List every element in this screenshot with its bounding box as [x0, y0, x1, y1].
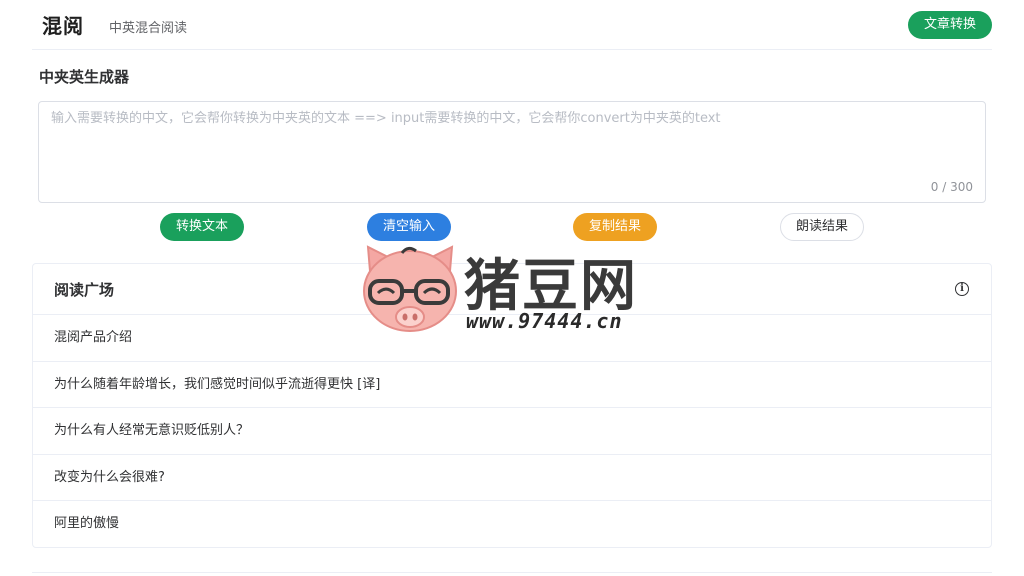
top-bar: 混阅 中英混合阅读 文章转换 [32, 0, 992, 50]
clear-input-button[interactable]: 清空输入 [367, 213, 451, 241]
watermark-url: www.97444.cn [466, 309, 623, 333]
watermark: 猪豆网 www.97444.cn [360, 243, 670, 338]
info-icon[interactable]: i [955, 282, 969, 296]
generator-title: 中夹英生成器 [39, 68, 130, 86]
pig-mascot-icon [363, 245, 457, 332]
chinese-text-input[interactable] [39, 102, 985, 202]
list-item[interactable]: 为什么随着年龄增长，我们感觉时间似乎流逝得更快 [译] [33, 362, 991, 408]
list-item[interactable]: 为什么有人经常无意识贬低别人？ [33, 408, 991, 455]
read-aloud-button[interactable]: 朗读结果 [780, 213, 864, 241]
article-convert-button[interactable]: 文章转换 [908, 11, 992, 39]
char-counter: 0 / 300 [930, 180, 973, 194]
text-input-container: 0 / 300 [38, 101, 986, 203]
list-item[interactable]: 阿里的傲慢 [33, 501, 991, 548]
reading-plaza-title: 阅读广场 [54, 281, 115, 299]
copy-result-button[interactable]: 复制结果 [573, 213, 657, 241]
app-logo[interactable]: 混阅 [42, 10, 84, 39]
convert-text-button[interactable]: 转换文本 [160, 213, 244, 241]
bottom-divider [32, 572, 992, 573]
list-item[interactable]: 改变为什么会很难? [33, 455, 991, 501]
app-tagline: 中英混合阅读 [109, 21, 188, 36]
